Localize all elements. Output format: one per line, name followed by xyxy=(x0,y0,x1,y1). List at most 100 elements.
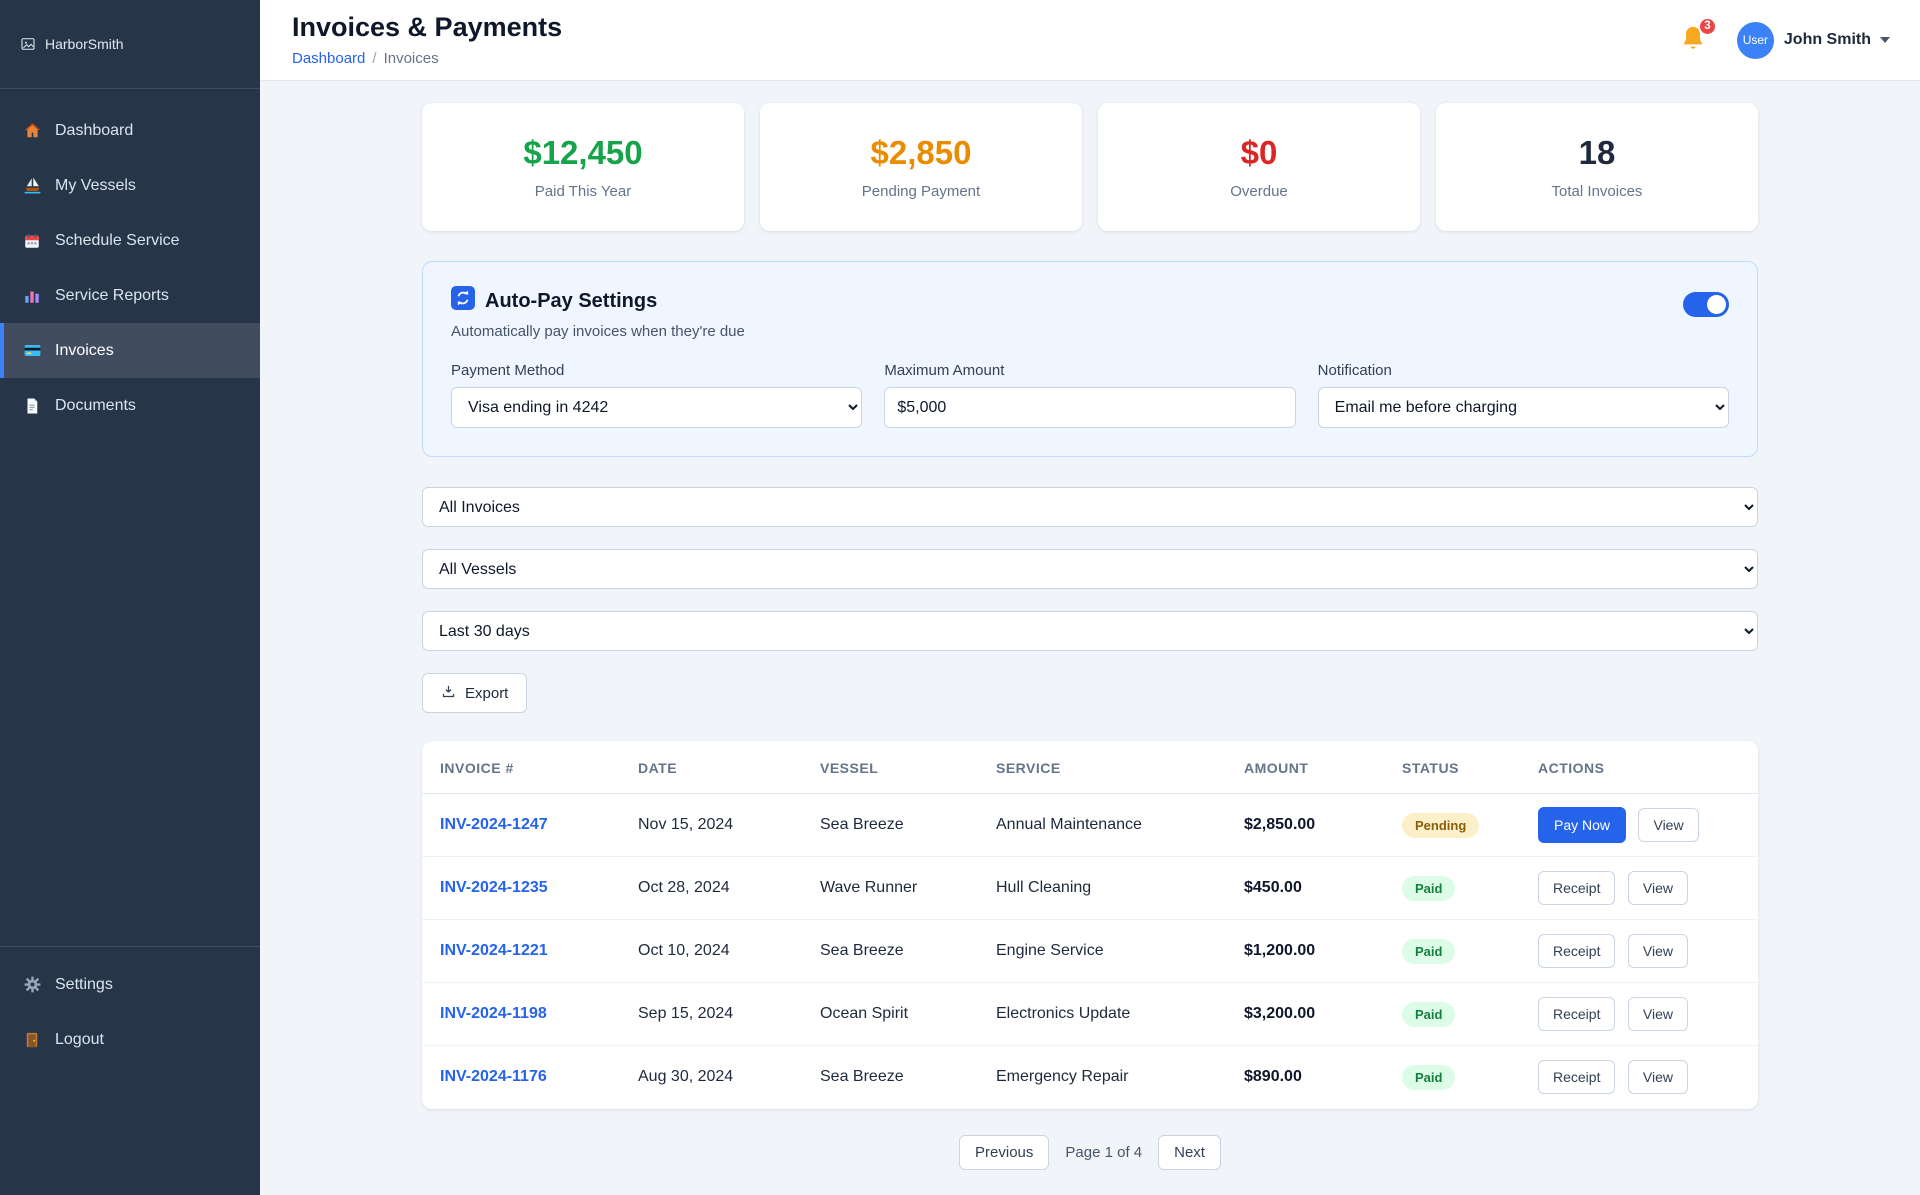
receipt-button[interactable]: Receipt xyxy=(1538,934,1616,968)
status-badge: Paid xyxy=(1402,875,1456,901)
cell-service: Hull Cleaning xyxy=(986,856,1234,920)
card-overdue: $0 Overdue xyxy=(1098,103,1420,231)
autopay-header-text: Auto-Pay Settings Automatically pay invo… xyxy=(451,286,745,340)
cell-invoice: INV-2024-1198 xyxy=(422,982,628,1046)
table-row: INV-2024-1176 Aug 30, 2024 Sea Breeze Em… xyxy=(422,1046,1758,1109)
sailboat-icon xyxy=(22,176,42,195)
view-button[interactable]: View xyxy=(1627,934,1689,968)
cell-amount: $890.00 xyxy=(1244,1068,1302,1086)
receipt-button[interactable]: Receipt xyxy=(1538,1060,1616,1095)
cell-date: Aug 30, 2024 xyxy=(638,1068,734,1086)
invoices-table: INVOICE # DATE VESSEL SERVICE AMOUNT STA… xyxy=(422,741,1758,1109)
receipt-button[interactable]: Receipt xyxy=(1538,871,1616,905)
cell-amount: $450.00 xyxy=(1234,856,1392,920)
avatar[interactable]: User xyxy=(1736,21,1774,59)
toggle-knob xyxy=(1707,295,1726,314)
view-button[interactable]: View xyxy=(1627,871,1689,905)
sidebar-item-service-reports[interactable]: Service Reports xyxy=(0,268,260,323)
sidebar-nav: Dashboard My Vessels Schedule Service Se… xyxy=(0,89,260,433)
sidebar-item-invoices[interactable]: Invoices xyxy=(0,323,260,378)
header-right: 3 User John Smith xyxy=(1679,16,1890,59)
next-page-button[interactable]: Next xyxy=(1158,1134,1221,1170)
cell-actions: Pay Now View xyxy=(1528,793,1758,857)
broken-image-icon xyxy=(18,36,38,52)
table-row: INV-2024-1247 Nov 15, 2024 Sea Breeze An… xyxy=(422,793,1758,857)
autopay-fields: Payment Method Visa ending in 4242 Maxim… xyxy=(451,362,1729,428)
pay-now-button[interactable]: Pay Now xyxy=(1538,807,1627,843)
invoice-link[interactable]: INV-2024-1176 xyxy=(440,1068,547,1085)
page-title: Invoices & Payments xyxy=(292,12,563,43)
column-vessel: VESSEL xyxy=(810,741,986,794)
cell-status: Paid xyxy=(1392,919,1528,983)
sidebar-item-settings[interactable]: Settings xyxy=(0,957,260,1012)
cell-status: Pending xyxy=(1392,793,1528,857)
sidebar-item-schedule-service[interactable]: Schedule Service xyxy=(0,213,260,268)
table-row: INV-2024-1198 Sep 15, 2024 Ocean Spirit … xyxy=(422,982,1758,1046)
card-paid-this-year: $12,450 Paid This Year xyxy=(422,103,744,231)
export-button[interactable]: Export xyxy=(422,673,528,713)
home-icon xyxy=(22,121,42,140)
previous-page-button[interactable]: Previous xyxy=(959,1134,1050,1170)
status-badge: Paid xyxy=(1402,1001,1456,1027)
autopay-subtitle: Automatically pay invoices when they're … xyxy=(451,323,745,340)
autopay-icon xyxy=(451,286,475,316)
sidebar-item-documents[interactable]: Documents xyxy=(0,378,260,433)
sidebar-item-label: Invoices xyxy=(55,341,114,359)
cell-status: Paid xyxy=(1392,1046,1528,1109)
invoice-link[interactable]: INV-2024-1247 xyxy=(440,816,548,833)
calendar-icon xyxy=(22,232,42,250)
autopay-title: Auto-Pay Settings xyxy=(485,289,658,312)
column-amount: AMOUNT xyxy=(1234,741,1392,794)
invoice-status-filter[interactable]: All Invoices xyxy=(422,487,1758,527)
container: $12,450 Paid This Year $2,850 Pending Pa… xyxy=(422,81,1758,1170)
view-button[interactable]: View xyxy=(1627,997,1689,1031)
user-name: John Smith xyxy=(1783,31,1871,48)
maximum-amount-field: Maximum Amount xyxy=(884,362,1296,428)
view-button[interactable]: View xyxy=(1627,1060,1689,1095)
chevron-down-icon[interactable] xyxy=(1880,37,1890,43)
credit-card-icon xyxy=(22,341,42,360)
card-label: Pending Payment xyxy=(861,183,981,200)
notification-select[interactable]: Email me before charging xyxy=(1317,387,1729,428)
sidebar-item-logout[interactable]: Logout xyxy=(0,1012,260,1067)
cell-actions: Receipt View xyxy=(1528,919,1758,983)
view-button[interactable]: View xyxy=(1638,808,1699,842)
sidebar-item-label: Service Reports xyxy=(55,286,169,304)
pagination: Previous Page 1 of 4 Next xyxy=(422,1134,1758,1170)
table-header-row: INVOICE # DATE VESSEL SERVICE AMOUNT STA… xyxy=(422,741,1758,794)
cell-service: Electronics Update xyxy=(986,982,1234,1046)
date-range-filter[interactable]: Last 30 days xyxy=(422,611,1758,651)
avatar-alt-text: User xyxy=(1742,33,1769,47)
cell-status: Paid xyxy=(1392,982,1528,1046)
cell-actions: Receipt View xyxy=(1528,982,1758,1046)
notification-count-badge: 3 xyxy=(1697,16,1717,36)
page-info: Page 1 of 4 xyxy=(1065,1143,1143,1161)
autopay-toggle[interactable] xyxy=(1683,292,1729,317)
sidebar-item-my-vessels[interactable]: My Vessels xyxy=(0,158,260,213)
card-value: $0 xyxy=(1240,134,1278,171)
content: $12,450 Paid This Year $2,850 Pending Pa… xyxy=(260,81,1920,1195)
invoice-link[interactable]: INV-2024-1235 xyxy=(440,879,548,896)
breadcrumb-dashboard-link[interactable]: Dashboard xyxy=(292,50,365,67)
main-area: Invoices & Payments Dashboard / Invoices xyxy=(260,0,1920,1195)
cell-service: Annual Maintenance xyxy=(986,793,1234,857)
receipt-button[interactable]: Receipt xyxy=(1538,997,1616,1031)
invoice-link[interactable]: INV-2024-1198 xyxy=(440,1005,547,1022)
card-label: Total Invoices xyxy=(1551,183,1643,200)
payment-method-select[interactable]: Visa ending in 4242 xyxy=(451,387,863,428)
export-icon xyxy=(441,684,456,703)
notifications-button[interactable]: 3 xyxy=(1679,16,1717,57)
cell-date: Nov 15, 2024 xyxy=(628,793,810,857)
header: Invoices & Payments Dashboard / Invoices xyxy=(260,0,1920,81)
header-left: Invoices & Payments Dashboard / Invoices xyxy=(292,12,563,67)
breadcrumb-current: Invoices xyxy=(383,49,439,67)
vessel-filter[interactable]: All Vessels xyxy=(422,549,1758,589)
cell-date: Sep 15, 2024 xyxy=(628,982,810,1046)
app-root: HarborSmith Dashboard My Vessels Schedul… xyxy=(0,0,1920,1195)
maximum-amount-input[interactable] xyxy=(884,387,1296,428)
cell-invoice: INV-2024-1176 xyxy=(422,1046,628,1109)
document-icon xyxy=(22,397,42,415)
sidebar-item-dashboard[interactable]: Dashboard xyxy=(0,103,260,158)
cell-date: Oct 28, 2024 xyxy=(628,856,810,920)
invoice-link[interactable]: INV-2024-1221 xyxy=(440,942,548,959)
